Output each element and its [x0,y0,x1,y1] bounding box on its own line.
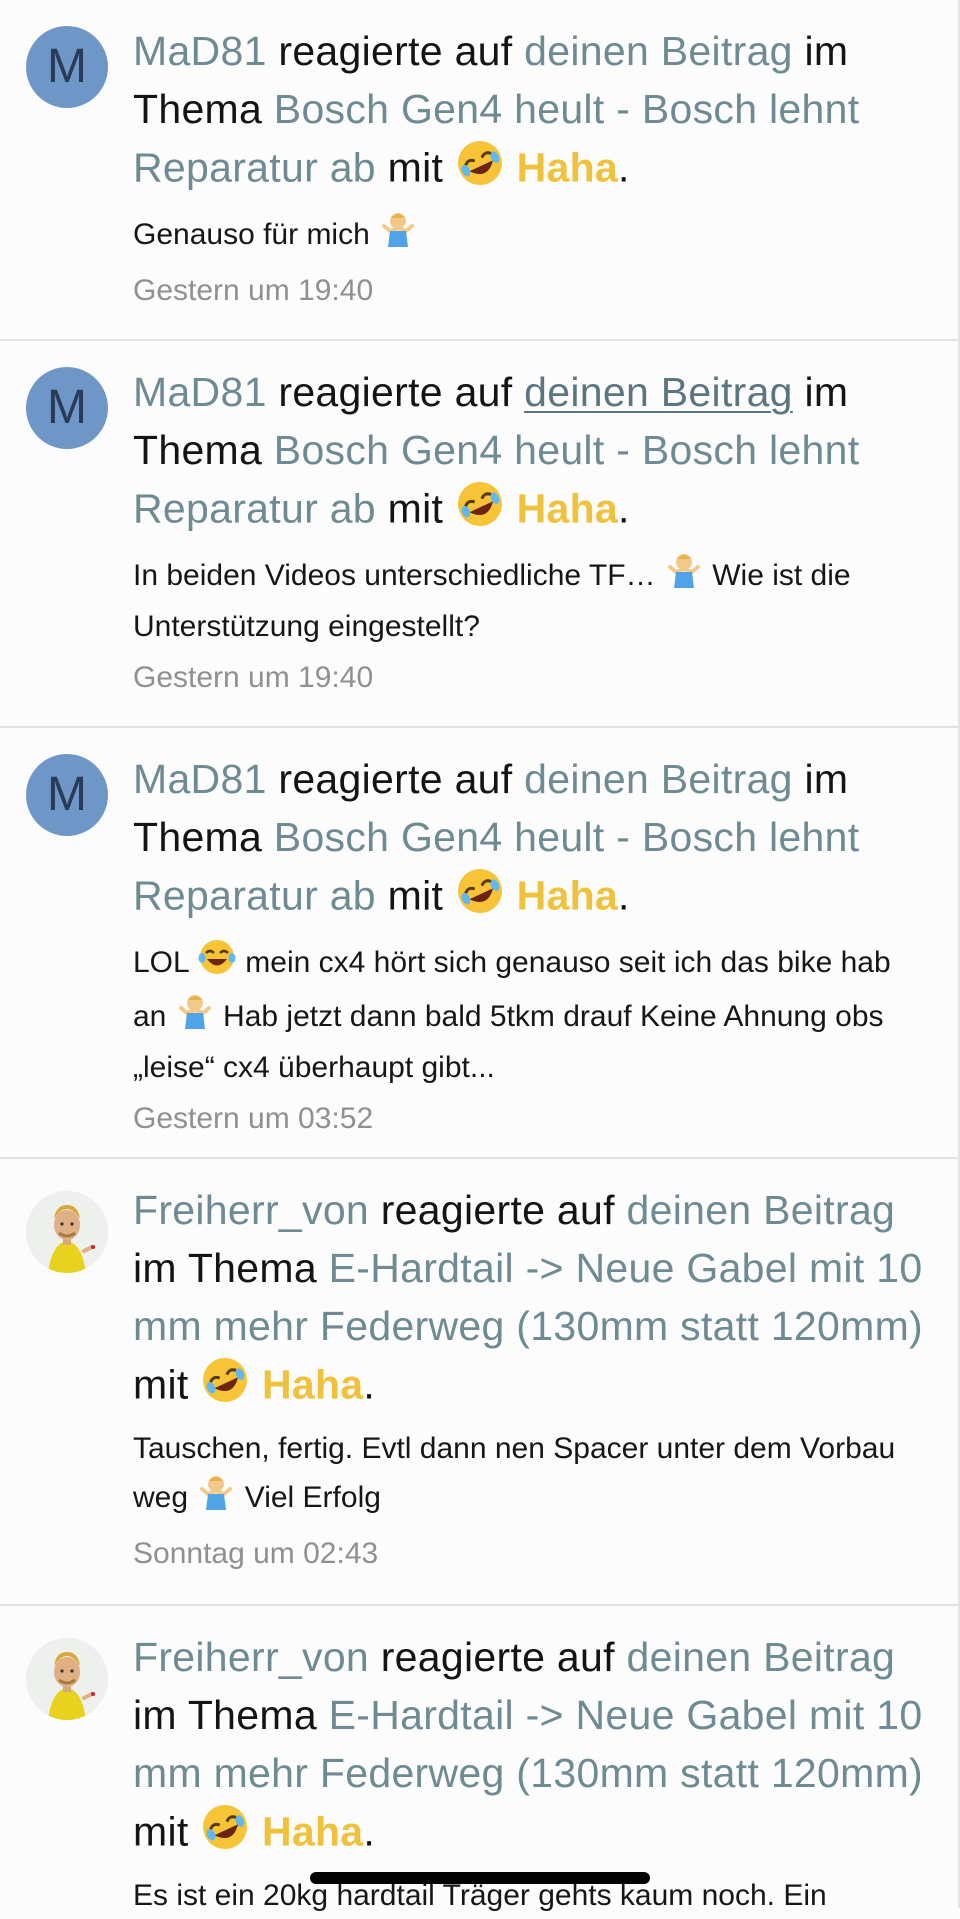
alert-text: reagierte auf [266,28,525,74]
alert-headline: MaD81 reagierte auf deinen Beitrag im Th… [133,22,932,203]
post-snippet[interactable]: LOL mein cx4 hört sich genauso seit ich … [133,937,932,1091]
person-shrugging-icon [664,550,704,604]
alert-headline: Freiherr_von reagierte auf deinen Beitra… [133,1181,932,1420]
alert-headline: MaD81 reagierte auf deinen Beitrag im Th… [133,363,932,544]
avatar[interactable]: M [26,26,108,108]
post-snippet[interactable]: Tauschen, fertig. Evtl dann nen Spacer u… [133,1426,932,1526]
alert-item[interactable]: M MaD81 reagierte auf deinen Beitrag im … [0,341,958,728]
post-link[interactable]: deinen Beitrag [524,756,793,802]
post-link[interactable]: deinen Beitrag [524,28,793,74]
alert-text: . [618,872,630,919]
rolling-on-floor-laughing-icon [200,1802,250,1867]
rolling-on-floor-laughing-icon [455,866,505,931]
person-shrugging-icon [175,991,215,1045]
user-link[interactable]: MaD81 [133,369,267,415]
alert-item[interactable]: Freiherr_von reagierte auf deinen Beitra… [0,1606,958,1912]
snippet-text: Hab jetzt dann bald 5tkm drauf Keine Ahn… [133,999,884,1084]
alert-time: Gestern um 19:40 [133,661,374,694]
avatar-character-icon [26,1191,108,1273]
person-shrugging-icon [378,209,418,263]
alert-text: mit [133,1361,201,1408]
alert-item[interactable]: M MaD81 reagierte auf deinen Beitrag im … [0,728,958,1159]
avatar[interactable] [26,1191,108,1273]
reaction-label: Haha [261,1361,364,1408]
alert-time: Gestern um 03:52 [133,1102,374,1135]
rolling-on-floor-laughing-icon [455,479,505,544]
alert-text: reagierte auf [266,756,525,802]
snippet-text: Viel Erfolg [236,1480,381,1514]
alert-text: im Thema [133,1245,329,1291]
alert-text: reagierte auf [369,1634,627,1680]
alert-time: Gestern um 19:40 [133,274,374,307]
alert-text: mit [375,485,455,532]
alert-text: reagierte auf [266,369,525,415]
snippet-text: In beiden Videos unterschiedliche TF… [133,558,656,592]
avatar[interactable]: M [26,367,108,449]
reaction-label: Haha [516,872,619,919]
alert-text: . [618,144,630,191]
alerts-list: M MaD81 reagierte auf deinen Beitrag im … [0,0,960,1912]
alert-headline: MaD81 reagierte auf deinen Beitrag im Th… [133,750,932,931]
alert-item[interactable]: M MaD81 reagierte auf deinen Beitrag im … [0,0,958,341]
alert-text: im Thema [133,1692,329,1738]
reaction-label: Haha [261,1808,364,1855]
alert-headline: Freiherr_von reagierte auf deinen Beitra… [133,1628,932,1867]
alert-text: reagierte auf [369,1187,627,1233]
alert-text: mit [375,144,455,191]
user-link[interactable]: Freiherr_von [133,1187,369,1233]
person-shrugging-icon [196,1472,236,1526]
avatar[interactable]: M [26,754,108,836]
rolling-on-floor-laughing-icon [200,1355,250,1420]
alert-time: Sonntag um 02:43 [133,1537,379,1570]
tears-of-joy-icon [197,937,237,991]
user-link[interactable]: Freiherr_von [133,1634,369,1680]
snippet-text: LOL [133,945,189,979]
avatar[interactable] [26,1638,108,1720]
post-link[interactable]: deinen Beitrag [627,1187,896,1233]
post-link[interactable]: deinen Beitrag [524,369,793,415]
alert-text: . [618,485,630,532]
alert-text: mit [375,872,455,919]
reaction-label: Haha [516,485,619,532]
alert-item[interactable]: Freiherr_von reagierte auf deinen Beitra… [0,1159,958,1606]
alert-text: . [363,1808,376,1855]
user-link[interactable]: MaD81 [133,756,267,802]
alert-text: mit [133,1808,201,1855]
alert-text: . [363,1361,376,1408]
user-link[interactable]: MaD81 [133,28,267,74]
snippet-text: Genauso für mich [133,217,370,251]
reaction-label: Haha [516,144,619,191]
post-snippet[interactable]: Genauso für mich [133,209,932,263]
rolling-on-floor-laughing-icon [455,138,505,203]
post-snippet[interactable]: In beiden Videos unterschiedliche TF… Wi… [133,550,932,650]
home-indicator[interactable] [310,1872,650,1884]
avatar-character-icon [26,1638,108,1720]
post-link[interactable]: deinen Beitrag [627,1634,896,1680]
